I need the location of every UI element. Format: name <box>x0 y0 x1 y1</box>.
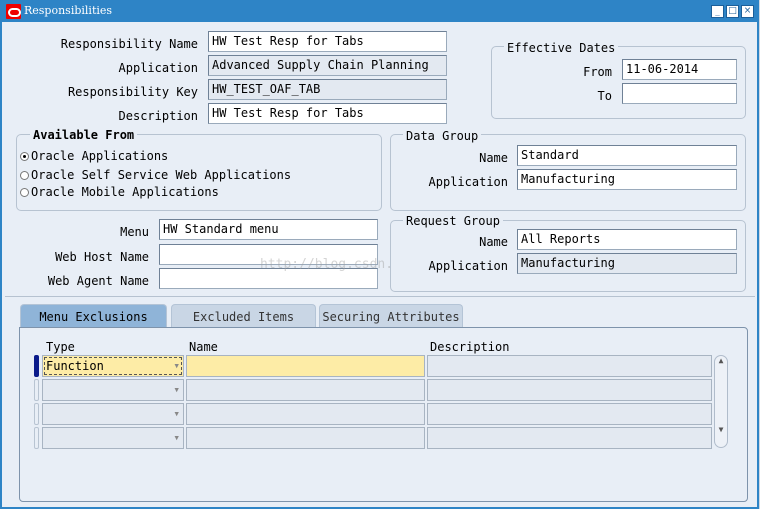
to-label: To <box>597 89 612 103</box>
column-header-description: Description <box>430 340 510 354</box>
responsibility-key-label: Responsibility Key <box>67 85 198 99</box>
row-indicator[interactable] <box>34 379 39 401</box>
request-group-title: Request Group <box>403 214 503 228</box>
row-indicator[interactable] <box>34 403 39 425</box>
tab-menu-exclusions[interactable]: Menu Exclusions <box>20 304 167 328</box>
radio-label: Oracle Self Service Web Applications <box>31 168 292 182</box>
from-label: From <box>583 65 612 79</box>
data-group-application-label: Application <box>428 175 508 189</box>
description-cell[interactable] <box>427 427 712 449</box>
name-cell[interactable] <box>186 427 425 449</box>
row-indicator[interactable] <box>34 355 39 377</box>
description-cell[interactable] <box>427 403 712 425</box>
scroll-down-icon[interactable]: ▼ <box>715 425 727 434</box>
window-title: Responsibilities <box>24 4 113 17</box>
menu-field[interactable]: HW Standard menu <box>159 219 378 240</box>
description-cell[interactable] <box>427 355 712 377</box>
type-select[interactable] <box>42 379 184 401</box>
application-field[interactable]: Advanced Supply Chain Planning <box>208 55 447 76</box>
request-group-application-field[interactable]: Manufacturing <box>517 253 737 274</box>
effective-dates-title: Effective Dates <box>504 41 619 55</box>
type-select[interactable] <box>42 403 184 425</box>
name-cell[interactable] <box>186 403 425 425</box>
close-icon[interactable]: × <box>741 5 754 18</box>
watermark: http://blog.csdn. <box>260 257 394 272</box>
title-bar: Responsibilities _ □ × <box>2 0 757 22</box>
oracle-logo-icon <box>6 4 21 19</box>
tab-excluded-items[interactable]: Excluded Items <box>171 304 316 328</box>
responsibility-name-field[interactable]: HW Test Resp for Tabs <box>208 31 447 52</box>
tab-securing-attributes[interactable]: Securing Attributes <box>319 304 463 328</box>
from-date-field[interactable]: 11-06-2014 <box>622 59 737 80</box>
request-group-application-label: Application <box>428 259 508 273</box>
minimize-icon[interactable]: _ <box>711 5 724 18</box>
radio-mobile-applications[interactable]: Oracle Mobile Applications <box>20 185 219 199</box>
table-scrollbar[interactable]: ▲ ▼ <box>714 355 728 448</box>
application-label: Application <box>118 61 198 75</box>
responsibility-key-field[interactable]: HW_TEST_OAF_TAB <box>208 79 447 100</box>
responsibility-name-label: Responsibility Name <box>60 37 198 51</box>
radio-label: Oracle Mobile Applications <box>31 185 219 199</box>
data-group-name-label: Name <box>479 151 508 165</box>
divider <box>5 296 755 297</box>
to-date-field[interactable] <box>622 83 737 104</box>
description-cell[interactable] <box>427 379 712 401</box>
maximize-icon[interactable]: □ <box>726 5 739 18</box>
available-from-title: Available From <box>30 128 138 142</box>
data-group-title: Data Group <box>403 129 482 143</box>
name-cell[interactable] <box>186 379 425 401</box>
description-field[interactable]: HW Test Resp for Tabs <box>208 103 447 124</box>
scroll-up-icon[interactable]: ▲ <box>715 356 727 365</box>
web-host-name-label: Web Host Name <box>55 250 149 264</box>
data-group-name-field[interactable]: Standard <box>517 145 737 166</box>
menu-label: Menu <box>120 225 149 239</box>
request-group-name-label: Name <box>479 235 508 249</box>
type-select[interactable] <box>42 427 184 449</box>
radio-self-service-web[interactable]: Oracle Self Service Web Applications <box>20 168 291 182</box>
row-indicator[interactable] <box>34 427 39 449</box>
radio-label: Oracle Applications <box>31 149 169 163</box>
radio-oracle-applications[interactable]: Oracle Applications <box>20 149 168 163</box>
column-header-name: Name <box>189 340 218 354</box>
type-select[interactable]: Function <box>42 355 184 377</box>
request-group-name-field[interactable]: All Reports <box>517 229 737 250</box>
description-label: Description <box>118 109 198 123</box>
name-cell[interactable] <box>186 355 425 377</box>
data-group-application-field[interactable]: Manufacturing <box>517 169 737 190</box>
web-agent-name-label: Web Agent Name <box>47 274 149 288</box>
column-header-type: Type <box>46 340 75 354</box>
